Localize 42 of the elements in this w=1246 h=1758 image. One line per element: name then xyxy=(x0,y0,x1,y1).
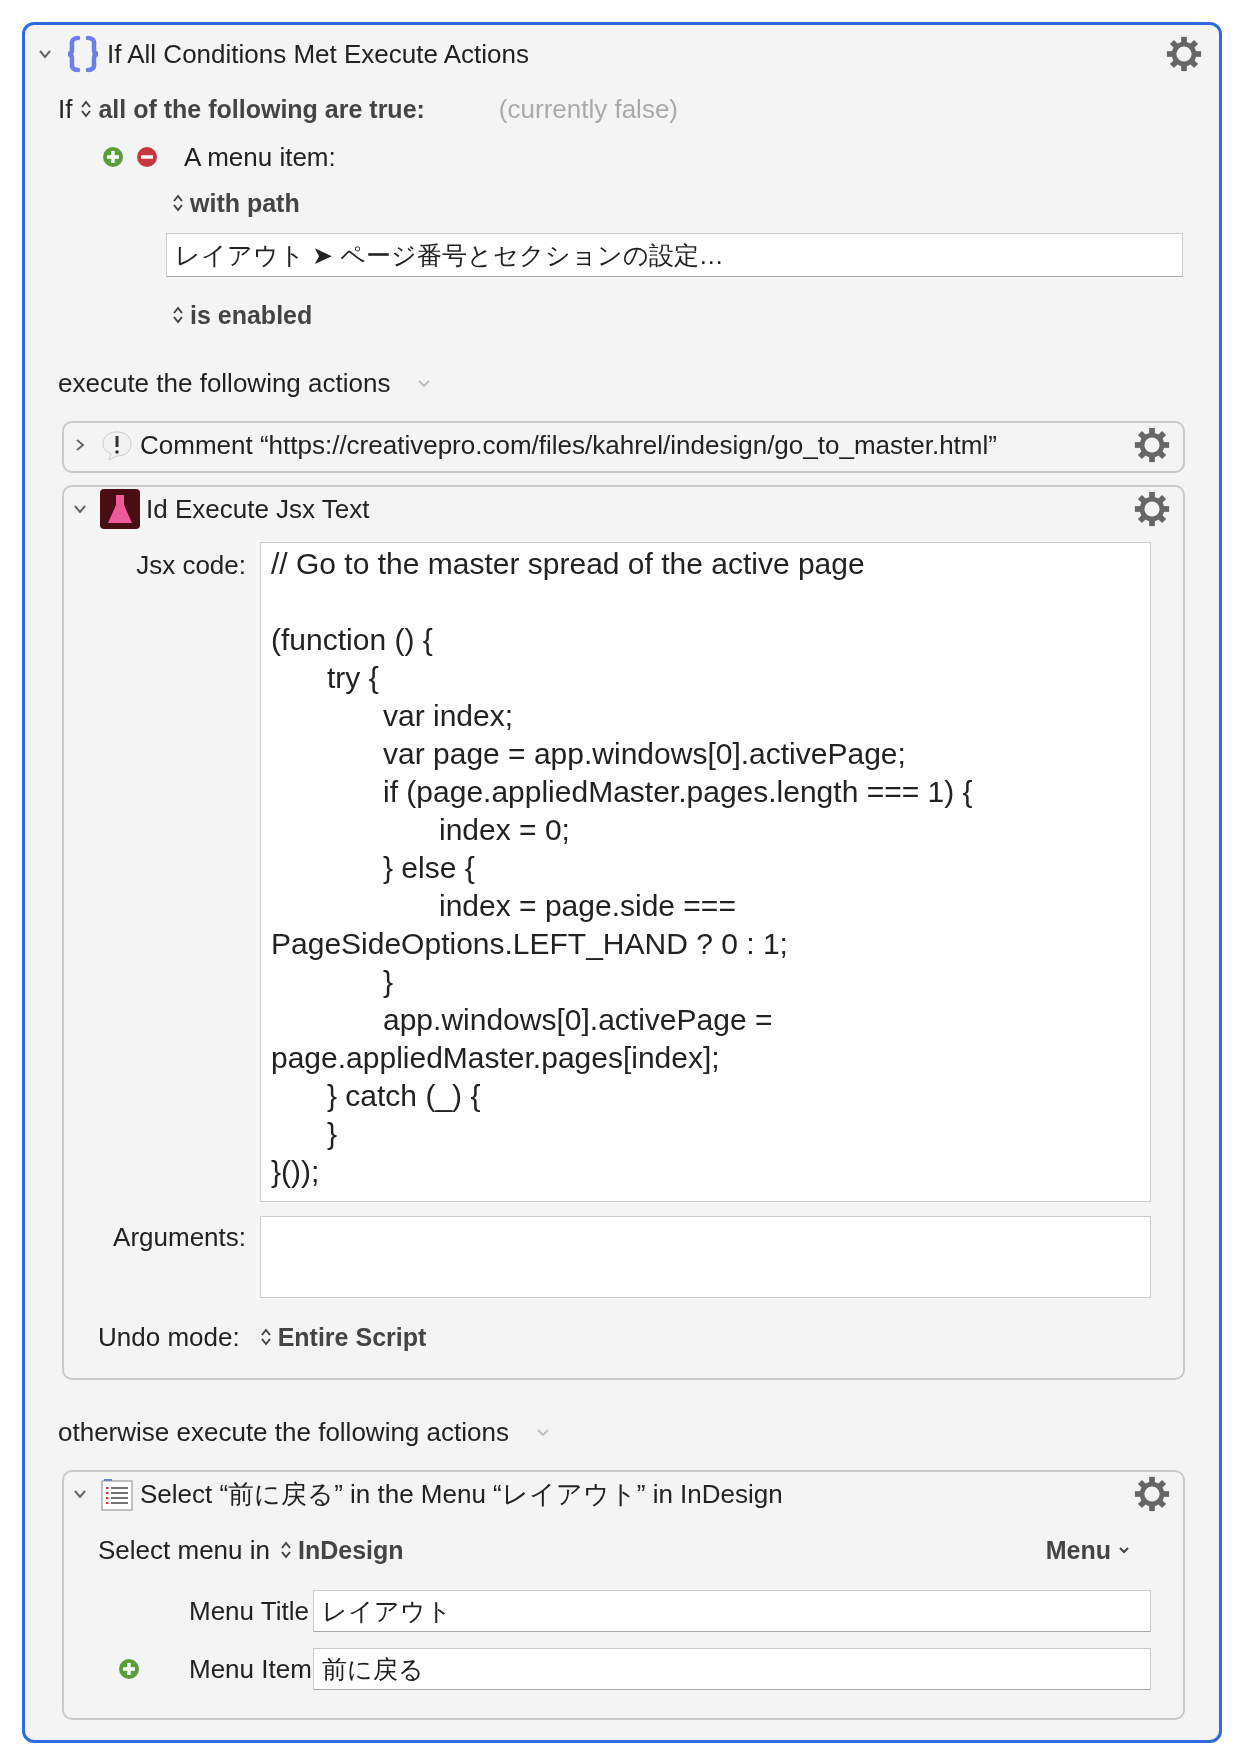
action-title: Select “前に戻る” in the Menu “レイアウト” in InDesign xyxy=(140,1477,783,1511)
gear-icon[interactable] xyxy=(1133,1475,1171,1513)
up-down-arrows-icon xyxy=(280,1540,292,1560)
branch-label: execute the following actions xyxy=(58,367,391,399)
gear-icon[interactable] xyxy=(1133,490,1171,528)
remove-icon[interactable] xyxy=(136,146,158,168)
up-down-arrows-icon xyxy=(172,305,184,325)
condition-label: A menu item: xyxy=(184,141,336,173)
gear-icon[interactable] xyxy=(1133,426,1171,464)
gear-icon[interactable] xyxy=(1165,35,1203,73)
condition-mode-popup[interactable]: all of the following are true: xyxy=(80,94,425,124)
add-icon[interactable] xyxy=(118,1658,140,1680)
list-icon xyxy=(100,1476,134,1512)
up-down-arrows-icon xyxy=(172,193,184,213)
up-down-arrows-icon xyxy=(80,99,93,119)
if-label: If xyxy=(58,93,73,125)
field-label: Menu Title xyxy=(189,1595,310,1627)
flask-icon xyxy=(100,489,140,529)
action-title: Comment “https://creativepro.com/files/kahrel/indesign/go_to_master.html” xyxy=(140,429,997,461)
state-popup[interactable]: is enabled xyxy=(172,299,313,331)
field-label: Undo mode: xyxy=(98,1321,240,1353)
code-editor[interactable]: // Go to the master spread of the active page (function () { try { var index; var page = app.windows[0].activePage; if (page.appliedMaster.pages.length === 1) { index = 0; } else { index = page.side === PageSideOptions.LEFT_HAND ? 0 : 1; } app.windows[0].activePage = page.appliedMaster.pages[index]; } catch (_) { } }()); xyxy=(260,542,1151,1202)
path-mode-popup[interactable]: with path xyxy=(172,187,300,219)
speech-bubble-icon xyxy=(100,428,134,462)
field-label: Arguments: xyxy=(112,1222,247,1253)
text-field[interactable]: レイアウト xyxy=(313,1590,1151,1632)
undo-mode-popup[interactable]: Entire Script xyxy=(259,1322,427,1352)
add-icon[interactable] xyxy=(102,146,124,168)
field-label: Menu Item xyxy=(189,1653,313,1685)
condition-status: (currently false) xyxy=(498,93,678,125)
braces-icon xyxy=(65,35,101,73)
field-label: Select menu in xyxy=(98,1534,270,1566)
arguments-field[interactable] xyxy=(260,1216,1151,1298)
menu-path-field[interactable]: レイアウト ➤ ページ番号とセクションの設定… xyxy=(166,233,1183,277)
action-title: Id Execute Jsx Text xyxy=(146,493,370,525)
field-label: Jsx code: xyxy=(135,550,247,581)
app-popup[interactable]: InDesign xyxy=(280,1535,404,1565)
action-title: If All Conditions Met Execute Actions xyxy=(107,38,529,70)
up-down-arrows-icon xyxy=(259,1327,272,1347)
menu-button[interactable]: Menu xyxy=(1045,1535,1131,1565)
branch-label: otherwise execute the following actions xyxy=(58,1416,509,1448)
text-field[interactable]: 前に戻る xyxy=(313,1648,1151,1690)
